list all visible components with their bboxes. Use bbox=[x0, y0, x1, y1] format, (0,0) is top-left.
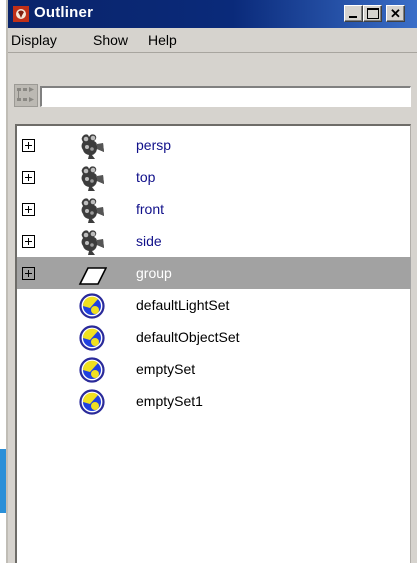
outliner-list[interactable]: persp top front side group defaultLightS… bbox=[15, 124, 411, 563]
window-title: Outliner bbox=[34, 4, 94, 21]
minimize-button[interactable] bbox=[344, 5, 363, 22]
object-set-icon bbox=[77, 388, 107, 416]
outliner-row-front[interactable]: front bbox=[17, 193, 411, 225]
outliner-row-defaultLightSet[interactable]: defaultLightSet bbox=[17, 289, 411, 321]
outliner-row-group[interactable]: group bbox=[17, 257, 411, 289]
maya-app-icon bbox=[13, 6, 29, 22]
minimize-icon bbox=[349, 16, 357, 18]
outliner-item-label: front bbox=[136, 201, 165, 217]
outliner-row-side[interactable]: side bbox=[17, 225, 411, 257]
expand-icon[interactable] bbox=[22, 203, 35, 216]
camera-icon bbox=[77, 164, 107, 192]
maximize-button[interactable] bbox=[363, 5, 382, 22]
close-icon: ✕ bbox=[390, 6, 401, 21]
expand-icon[interactable] bbox=[22, 267, 35, 280]
object-set-icon bbox=[77, 356, 107, 384]
hierarchy-filter-icon[interactable] bbox=[14, 84, 38, 107]
menu-show[interactable]: Show bbox=[93, 32, 128, 48]
expand-icon[interactable] bbox=[22, 171, 35, 184]
outliner-window: Outliner ✕ Display Show Help persp top f… bbox=[6, 0, 417, 563]
outliner-item-label: group bbox=[136, 265, 172, 281]
group-transform-icon bbox=[77, 260, 108, 288]
outliner-row-emptySet[interactable]: emptySet bbox=[17, 353, 411, 385]
filter-input[interactable] bbox=[40, 86, 411, 107]
expand-icon[interactable] bbox=[22, 235, 35, 248]
object-set-icon bbox=[77, 292, 107, 320]
menu-display[interactable]: Display bbox=[11, 32, 57, 48]
expand-icon[interactable] bbox=[22, 139, 35, 152]
outliner-item-label: emptySet bbox=[136, 361, 196, 377]
outliner-row-emptySet1[interactable]: emptySet1 bbox=[17, 385, 411, 417]
camera-icon bbox=[77, 228, 107, 256]
menu-bar: Display Show Help bbox=[8, 28, 417, 53]
camera-icon bbox=[77, 196, 107, 224]
outliner-item-label: top bbox=[136, 169, 156, 185]
close-button[interactable]: ✕ bbox=[386, 5, 405, 22]
outliner-item-label: persp bbox=[136, 137, 172, 153]
outliner-item-label: side bbox=[136, 233, 162, 249]
outliner-item-label: emptySet1 bbox=[136, 393, 203, 409]
menu-help[interactable]: Help bbox=[148, 32, 177, 48]
filter-row bbox=[8, 53, 417, 111]
outliner-item-label: defaultLightSet bbox=[136, 297, 230, 313]
title-bar[interactable]: Outliner ✕ bbox=[8, 0, 417, 28]
outliner-row-defaultObjectSet[interactable]: defaultObjectSet bbox=[17, 321, 411, 353]
maximize-icon bbox=[367, 8, 379, 19]
object-set-icon bbox=[77, 324, 107, 352]
outliner-row-top[interactable]: top bbox=[17, 161, 411, 193]
camera-icon bbox=[77, 132, 107, 160]
outliner-item-label: defaultObjectSet bbox=[136, 329, 240, 345]
outliner-row-persp[interactable]: persp bbox=[17, 129, 411, 161]
